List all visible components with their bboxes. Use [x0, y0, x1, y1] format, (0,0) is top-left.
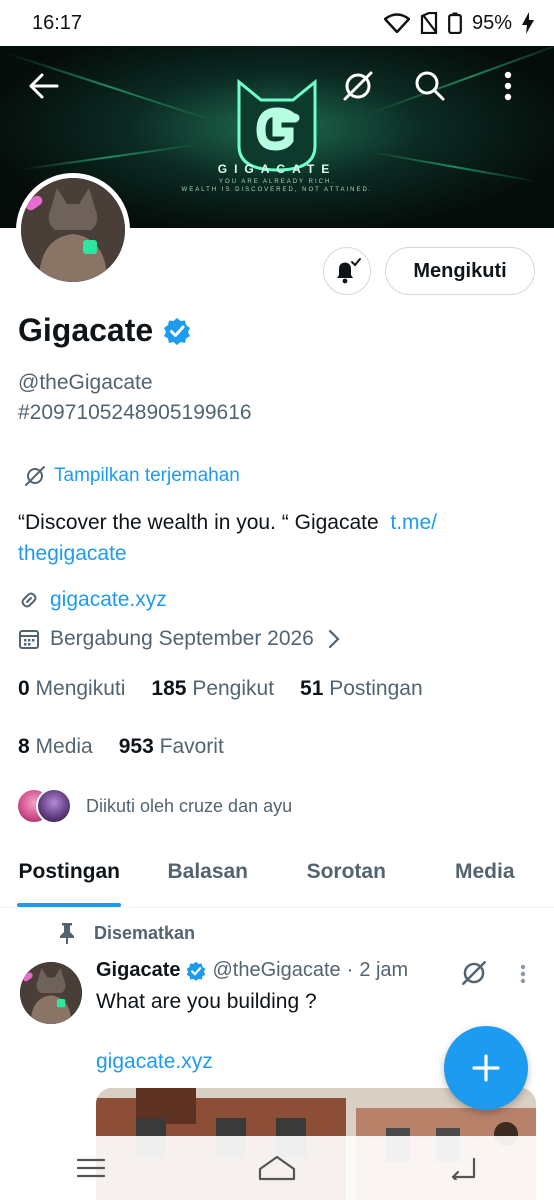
stats-row-1: 0 Mengikuti 185 Pengikut 51 Postingan	[18, 677, 423, 701]
followers-stat[interactable]: 185 Pengikut	[151, 677, 274, 701]
pinned-label: Disematkan	[94, 922, 196, 943]
stats-row-2: 8 Media 953 Favorit	[18, 735, 224, 759]
no-translate-icon	[343, 71, 373, 101]
bell-check-icon	[337, 258, 361, 284]
back-nav-icon[interactable]	[448, 1156, 478, 1180]
back-arrow-icon	[29, 73, 59, 99]
post-no-translate-icon[interactable]	[460, 959, 488, 987]
post-author-name[interactable]: Gigacate	[96, 959, 180, 982]
show-translation-label: Tampilkan terjemahan	[54, 465, 240, 486]
chevron-right-icon	[328, 629, 340, 649]
profile-name: Gigacate	[18, 312, 154, 348]
battery-percent: 95%	[471, 11, 512, 34]
profile-handle: @theGigacate	[18, 371, 153, 394]
post-avatar-image	[20, 962, 82, 1024]
follower-avatar	[36, 788, 72, 824]
calendar-icon	[19, 630, 39, 649]
link-icon	[21, 592, 37, 608]
more-button[interactable]	[488, 66, 528, 106]
translate-toggle-button[interactable]	[338, 66, 378, 106]
joined-date: Bergabung September 2026	[50, 627, 314, 650]
system-navigation-bar	[0, 1136, 554, 1200]
profile-avatar[interactable]	[16, 173, 130, 287]
avatar-image	[21, 178, 125, 282]
profile-name-row: Gigacate	[18, 312, 191, 349]
joined-row[interactable]: Bergabung September 2026	[18, 627, 340, 651]
plus-icon	[472, 1054, 500, 1082]
back-button[interactable]	[24, 66, 64, 106]
posts-stat[interactable]: 51 Postingan	[300, 677, 423, 701]
following-button[interactable]: Mengikuti	[385, 247, 535, 295]
profile-id: #2097105248905199616	[18, 401, 252, 424]
show-translation-link[interactable]: Tampilkan terjemahan	[24, 465, 240, 487]
status-time: 16:17	[32, 11, 83, 34]
tab-media[interactable]: Media	[416, 846, 554, 907]
post-header: Gigacate @theGigacate · 2 jam	[96, 959, 408, 982]
followed-by-row[interactable]: Diikuti oleh cruze dan ayu	[16, 788, 292, 824]
following-stat[interactable]: 0 Mengikuti	[18, 677, 125, 701]
profile-tabs: Postingan Balasan Sorotan Media	[0, 846, 554, 908]
followed-by-text: Diikuti oleh cruze dan ayu	[86, 795, 293, 816]
verified-badge-icon	[187, 961, 206, 981]
bio-link-part-1: t.me/	[390, 511, 438, 534]
translate-icon	[25, 466, 45, 486]
menu-icon[interactable]	[76, 1157, 106, 1179]
bio-text: “Discover the wealth in you. “ Gigacate	[18, 511, 379, 534]
tab-highlights[interactable]: Sorotan	[277, 846, 416, 907]
home-icon[interactable]	[257, 1155, 297, 1181]
battery-icon	[448, 12, 462, 34]
compose-post-button[interactable]	[444, 1026, 528, 1110]
notification-bell-button[interactable]	[323, 247, 371, 295]
favorites-stat[interactable]: 953 Favorit	[119, 735, 224, 759]
charging-icon	[522, 12, 534, 34]
tab-replies[interactable]: Balasan	[139, 846, 278, 907]
search-icon	[415, 71, 445, 101]
no-sim-icon	[420, 12, 438, 34]
gigacate-logo	[237, 78, 317, 172]
profile-bio: “Discover the wealth in you. “ Gigacate …	[18, 507, 538, 569]
media-stat[interactable]: 8 Media	[18, 735, 93, 759]
search-button[interactable]	[410, 66, 450, 106]
active-tab-indicator	[17, 903, 122, 907]
post-separator: ·	[346, 959, 354, 981]
post-author-handle[interactable]: @theGigacate	[212, 959, 340, 982]
post-link[interactable]: gigacate.xyz	[96, 1050, 213, 1074]
followed-by-avatars	[16, 788, 74, 824]
post-text: What are you building ?	[96, 990, 317, 1013]
post-time: 2 jam	[359, 959, 409, 981]
more-vertical-icon	[504, 71, 512, 101]
pin-icon	[60, 923, 74, 944]
website-row: gigacate.xyz	[18, 588, 167, 612]
wifi-icon	[383, 13, 410, 33]
tab-posts[interactable]: Postingan	[0, 846, 139, 907]
post-more-icon[interactable]	[520, 964, 526, 984]
bio-link-part-2: thegigacate	[18, 542, 127, 565]
post-author-avatar[interactable]	[20, 962, 82, 1024]
website-link[interactable]: gigacate.xyz	[50, 588, 167, 612]
status-bar: 16:17 95%	[0, 0, 554, 46]
verified-badge-icon	[164, 317, 191, 345]
pinned-label-row: Disematkan	[58, 922, 195, 944]
